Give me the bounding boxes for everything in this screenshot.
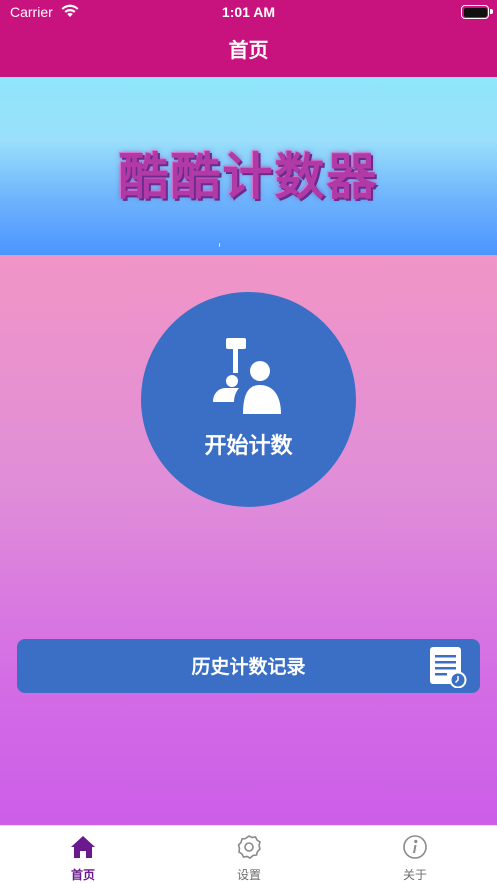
tab-home-label: 首页: [70, 868, 95, 882]
counting-person-icon: [213, 338, 281, 414]
history-records-label: 历史计数记录: [191, 656, 306, 678]
page-title: 首页: [228, 38, 269, 62]
tab-settings-label: 设置: [236, 868, 261, 882]
settings-gear-icon: [237, 835, 261, 859]
tab-settings[interactable]: 设置: [166, 826, 332, 883]
start-counting-label: 开始计数: [204, 434, 293, 459]
history-document-icon: [430, 647, 467, 688]
home-icon: [71, 836, 95, 858]
start-counting-button[interactable]: 开始计数: [141, 292, 356, 507]
nav-bar: 首页: [0, 26, 497, 77]
history-records-button[interactable]: 历史计数记录: [17, 639, 480, 693]
tab-about[interactable]: 关于: [332, 826, 497, 883]
status-time: 1:01 AM: [221, 4, 276, 20]
banner-title: 酷酷计数器: [118, 148, 379, 206]
banner: 酷酷计数器: [0, 77, 497, 255]
battery-icon: [461, 5, 493, 19]
banner-page-indicator: [219, 243, 220, 247]
tab-home[interactable]: 首页: [0, 826, 166, 883]
tab-about-label: 关于: [402, 868, 427, 882]
tab-bar: 首页 设置 关于: [0, 825, 497, 883]
info-icon: [403, 835, 427, 859]
status-bar: Carrier 1:01 AM: [0, 0, 497, 26]
